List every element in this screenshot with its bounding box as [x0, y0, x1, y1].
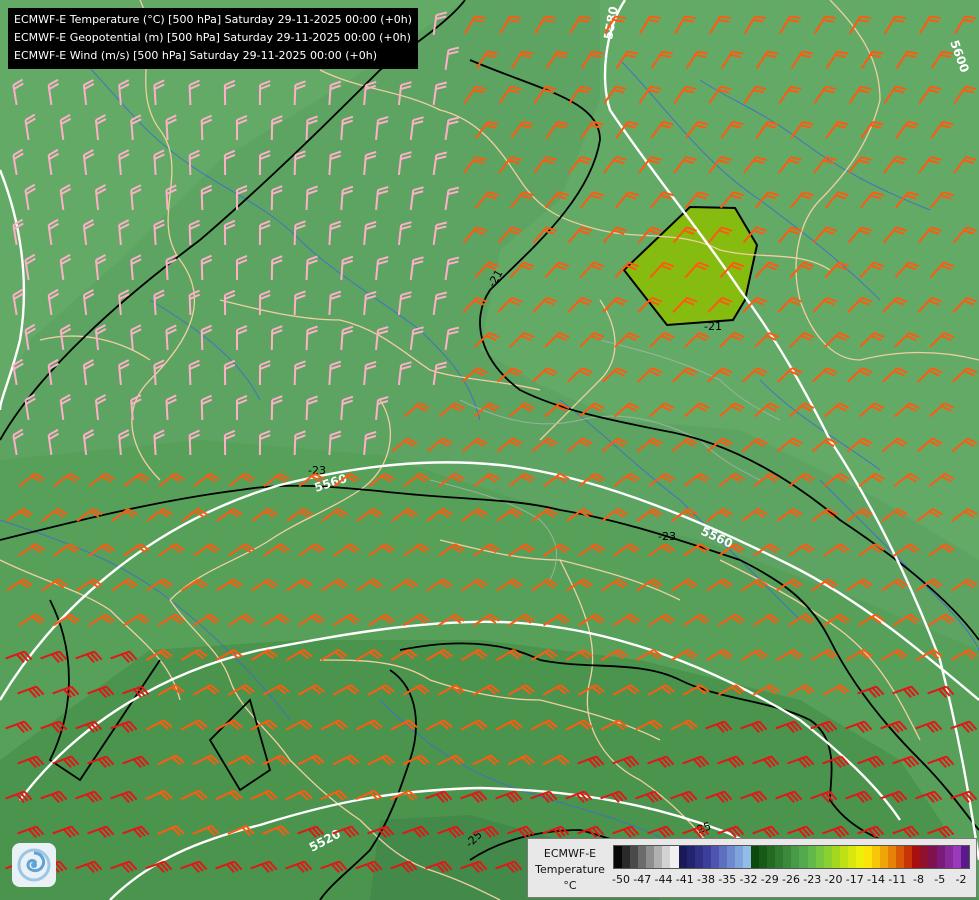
legend-swatch: [751, 846, 760, 868]
legend-tick: -17: [845, 873, 864, 886]
legend-tick: -41: [675, 873, 694, 886]
legend-swatch: [654, 846, 663, 868]
legend-swatch: [791, 846, 800, 868]
legend-swatch: [831, 846, 840, 868]
legend-tick: -35: [718, 873, 737, 886]
legend-swatch: [920, 846, 929, 868]
legend-swatch: [863, 846, 872, 868]
title-temperature: ECMWF-E Temperature (°C) [500 hPa] Satur…: [14, 13, 413, 26]
legend-swatch: [702, 846, 711, 868]
legend-tick: -50: [612, 873, 630, 886]
temperature-legend: ECMWF-E Temperature °C -50 -47 -44 -41 -38 -3…: [527, 838, 977, 898]
legend-color-scale: [613, 845, 970, 869]
legend-tick: -11: [888, 873, 907, 886]
legend-tick: -38: [697, 873, 715, 886]
legend-swatch: [710, 846, 719, 868]
legend-swatch: [904, 846, 913, 868]
legend-swatch: [734, 846, 743, 868]
legend-swatch: [952, 846, 961, 868]
legend-swatch: [622, 846, 631, 868]
legend-swatch: [872, 846, 881, 868]
legend-tick: -29: [760, 873, 779, 886]
legend-swatch: [783, 846, 792, 868]
legend-tick: -44: [654, 873, 673, 886]
legend-unit: °C: [563, 879, 577, 892]
title-geopotential: ECMWF-E Geopotential (m) [500 hPa] Satur…: [14, 31, 411, 44]
legend-swatch: [759, 846, 768, 868]
legend-swatch: [823, 846, 832, 868]
legend-swatch: [767, 846, 776, 868]
swirl-logo-icon: [12, 843, 56, 887]
legend-swatch: [775, 846, 784, 868]
legend-variable: Temperature: [535, 863, 605, 876]
legend-swatch: [726, 846, 735, 868]
legend-tick: -14: [867, 873, 885, 886]
legend-swatch: [630, 846, 639, 868]
legend-swatch: [896, 846, 905, 868]
label-minus23-b: -23: [658, 530, 676, 543]
legend-ticks: -50 -47 -44 -41 -38 -35 -32 -29 -26 -23 -20 -17 -14-…: [612, 873, 970, 889]
legend-tick: -8: [913, 873, 924, 886]
legend-swatch: [880, 846, 889, 868]
legend-swatch: [928, 846, 937, 868]
legend-tick: -26: [782, 873, 800, 886]
legend-swatch: [847, 846, 856, 868]
legend-swatch: [960, 846, 969, 868]
legend-tick: -20: [824, 873, 843, 886]
title-box: ECMWF-E Temperature (°C) [500 hPa] Satur…: [8, 8, 419, 69]
legend-tick: -47: [633, 873, 652, 886]
legend-swatch: [694, 846, 703, 868]
legend-tick: -2: [955, 873, 967, 886]
legend-swatch: [638, 846, 647, 868]
legend-tick: -32: [739, 873, 758, 886]
legend-tick: -23: [803, 873, 822, 886]
legend-swatch: [678, 846, 687, 868]
legend-swatch: [855, 846, 864, 868]
legend-swatch: [743, 846, 752, 868]
legend-swatch: [815, 846, 824, 868]
title-wind: ECMWF-E Wind (m/s) [500 hPa] Saturday 29…: [14, 49, 377, 62]
legend-swatch: [839, 846, 848, 868]
legend-swatch: [646, 846, 655, 868]
legend-swatch: [888, 846, 897, 868]
weather-map: 5580 5600 5560 5560 5520 -21 -21 -23 -23…: [0, 0, 979, 900]
legend-swatch: [718, 846, 727, 868]
legend-swatch: [912, 846, 921, 868]
legend-swatch: [799, 846, 808, 868]
label-minus21-b: -21: [704, 320, 722, 333]
legend-swatch: [614, 846, 623, 868]
legend-swatch: [670, 846, 679, 868]
legend-swatch: [662, 846, 671, 868]
legend-swatch: [944, 846, 953, 868]
legend-tick: -5: [934, 873, 946, 886]
legend-swatch: [686, 846, 695, 868]
legend-swatch: [807, 846, 816, 868]
legend-swatch: [936, 846, 945, 868]
legend-model: ECMWF-E: [543, 847, 597, 860]
